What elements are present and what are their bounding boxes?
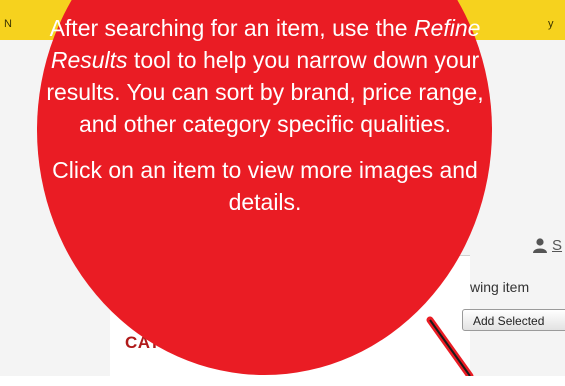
account-link[interactable]: S: [552, 237, 562, 254]
callout-text-before: After searching for an item, use the: [49, 15, 414, 41]
callout-paragraph-refine: After searching for an item, use the Ref…: [40, 12, 490, 140]
add-selected-button[interactable]: Add Selected: [462, 309, 565, 331]
callout-text: After searching for an item, use the Ref…: [40, 12, 490, 218]
banner-right-letter: y: [548, 18, 554, 30]
user-icon[interactable]: [532, 237, 548, 253]
showing-items-text: wing item: [470, 279, 530, 295]
banner-left-letter: N: [4, 18, 12, 30]
callout-paragraph-click: Click on an item to view more images and…: [52, 157, 478, 215]
